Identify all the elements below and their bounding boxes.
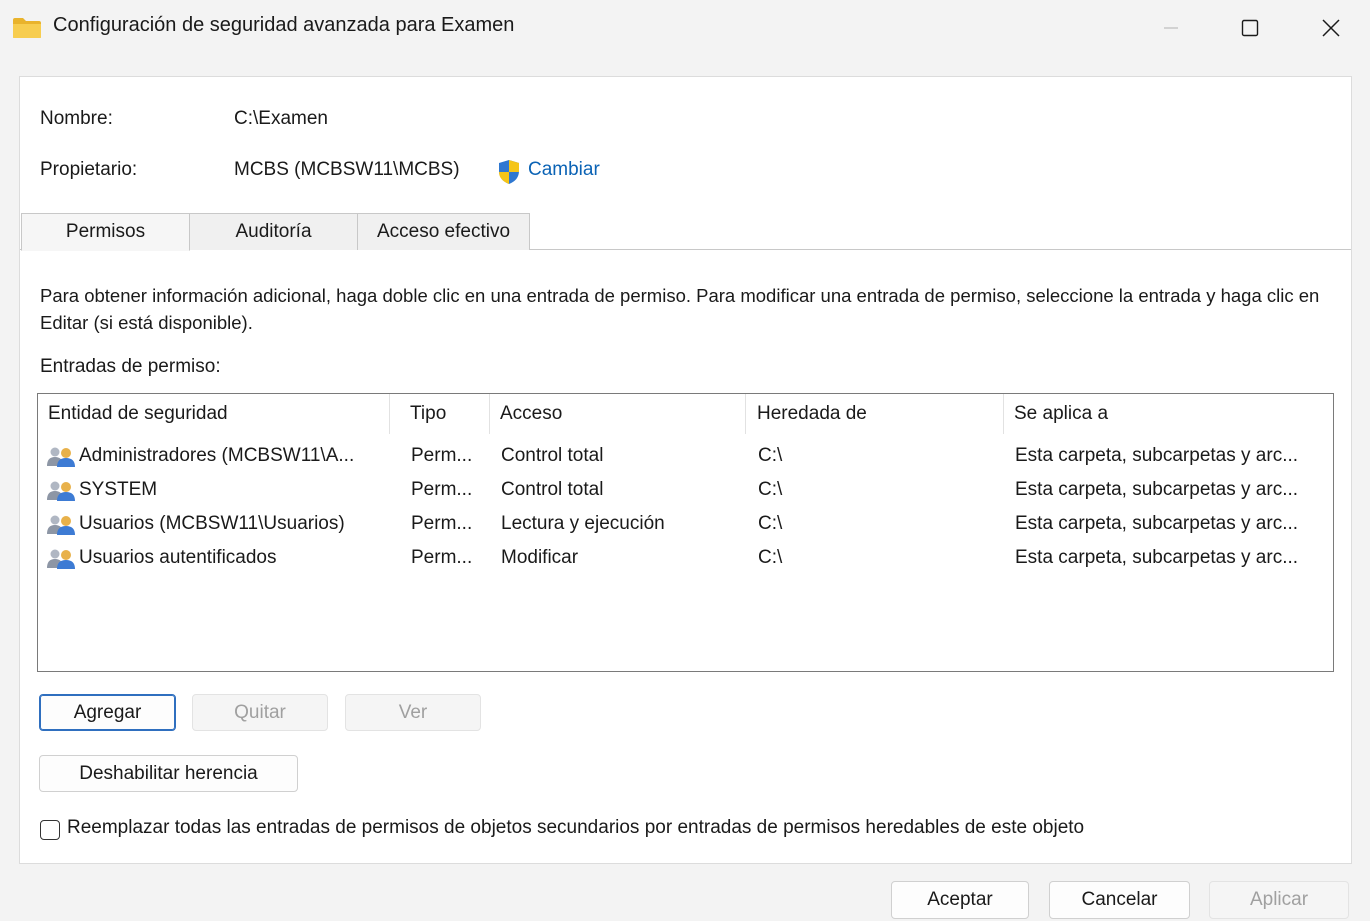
change-owner-link[interactable]: Cambiar [528,159,600,181]
minimize-button[interactable] [1148,8,1194,48]
apply-button[interactable]: Aplicar [1209,881,1349,919]
window-title: Configuración de seguridad avanzada para… [53,14,515,36]
column-header-aplica[interactable]: Se aplica a [1004,394,1331,434]
cell-entidad: SYSTEM [79,479,158,500]
cell-acceso: Control total [501,445,604,466]
add-button[interactable]: Agregar [39,694,176,731]
table-row[interactable]: Usuarios autentificados Perm... Modifica… [38,541,1333,575]
name-label: Nombre: [40,108,113,129]
disable-inheritance-button[interactable]: Deshabilitar herencia [39,755,298,792]
cell-acceso: Control total [501,479,604,500]
owner-value: MCBS (MCBSW11\MCBS) [234,159,460,180]
title-bar: Configuración de seguridad avanzada para… [0,0,1370,56]
cell-tipo: Perm... [411,445,473,466]
remove-button[interactable]: Quitar [192,694,328,731]
permission-entries-list[interactable]: Entidad de seguridad Tipo Acceso Heredad… [37,393,1334,672]
column-header-heredada[interactable]: Heredada de [747,394,1004,434]
cell-heredada: C:\ [758,445,783,466]
ok-button[interactable]: Aceptar [891,881,1029,919]
cell-entidad: Usuarios (MCBSW11\Usuarios) [79,513,345,534]
users-group-icon [47,515,75,535]
maximize-button[interactable] [1227,8,1273,48]
name-value: C:\Examen [234,108,328,129]
replace-permissions-checkbox[interactable] [40,820,60,840]
view-button[interactable]: Ver [345,694,481,731]
column-header-acceso[interactable]: Acceso [490,394,746,434]
table-row[interactable]: SYSTEM Perm... Control total C:\ Esta ca… [38,473,1333,507]
cell-heredada: C:\ [758,547,783,568]
cell-aplica: Esta carpeta, subcarpetas y arc... [1015,547,1299,568]
cell-heredada: C:\ [758,513,783,534]
cell-tipo: Perm... [411,547,473,568]
cell-acceso: Lectura y ejecución [501,513,665,534]
cancel-button[interactable]: Cancelar [1049,881,1190,919]
cell-entidad: Usuarios autentificados [79,547,277,568]
close-icon [1322,19,1340,37]
cell-entidad: Administradores (MCBSW11\A... [79,445,355,466]
cell-heredada: C:\ [758,479,783,500]
replace-permissions-label: Reemplazar todas las entradas de permiso… [67,817,1085,838]
cell-aplica: Esta carpeta, subcarpetas y arc... [1015,513,1299,534]
maximize-icon [1241,19,1259,37]
cell-aplica: Esta carpeta, subcarpetas y arc... [1015,479,1299,500]
cell-tipo: Perm... [411,479,473,500]
minimize-icon [1164,27,1178,29]
tab-permisos[interactable]: Permisos [21,213,190,251]
table-row[interactable]: Usuarios (MCBSW11\Usuarios) Perm... Lect… [38,507,1333,541]
main-panel: Nombre: C:\Examen Propietario: MCBS (MCB… [19,76,1352,864]
column-header-tipo[interactable]: Tipo [400,394,490,434]
folder-icon [13,18,41,38]
cell-aplica: Esta carpeta, subcarpetas y arc... [1015,445,1299,466]
uac-shield-icon [499,160,519,184]
table-row[interactable]: Administradores (MCBSW11\A... Perm... Co… [38,439,1333,473]
users-group-icon [47,447,75,467]
users-group-icon [47,481,75,501]
entries-label: Entradas de permiso: [40,356,221,377]
tab-auditoria[interactable]: Auditoría [189,213,358,250]
info-text: Para obtener información adicional, haga… [40,285,1320,333]
cell-tipo: Perm... [411,513,473,534]
cell-acceso: Modificar [501,547,579,568]
owner-label: Propietario: [40,159,138,180]
tab-acceso-efectivo[interactable]: Acceso efectivo [357,213,530,250]
users-group-icon [47,549,75,569]
column-header-entidad[interactable]: Entidad de seguridad [38,394,390,434]
close-button[interactable] [1308,8,1354,48]
